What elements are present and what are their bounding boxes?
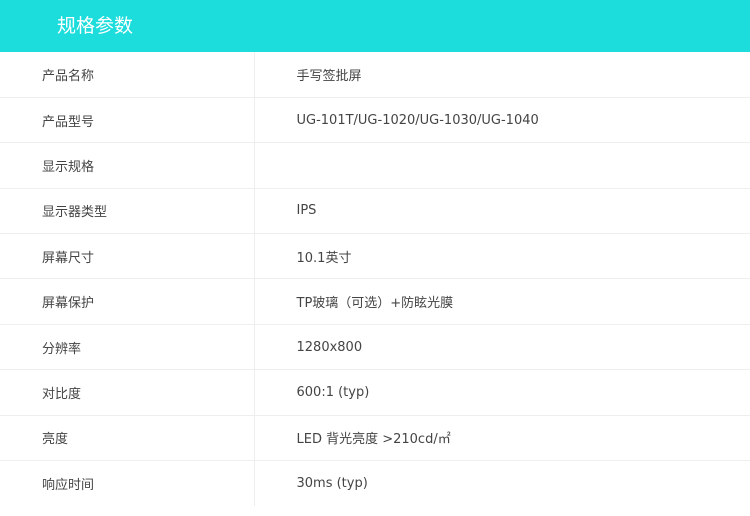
spec-value	[254, 142, 750, 189]
table-row: 分辨率 1280x800	[0, 324, 750, 371]
table-row: 对比度 600:1 (typ)	[0, 369, 750, 416]
spec-value: 1280x800	[254, 324, 750, 371]
spec-value: 10.1英寸	[254, 233, 750, 280]
spec-label: 产品名称	[0, 52, 255, 98]
spec-table: 产品名称 手写签批屏 产品型号 UG-101T/UG-1020/UG-1030/…	[0, 52, 750, 506]
spec-header-bar: 规格参数	[0, 0, 750, 52]
spec-value: UG-101T/UG-1020/UG-1030/UG-1040	[254, 97, 750, 144]
spec-label: 屏幕尺寸	[0, 233, 255, 280]
spec-value: IPS	[254, 188, 750, 235]
spec-label: 响应时间	[0, 460, 255, 506]
table-row: 显示器类型 IPS	[0, 188, 750, 235]
spec-label: 显示规格	[0, 142, 255, 189]
spec-label: 屏幕保护	[0, 278, 255, 325]
table-row: 屏幕保护 TP玻璃（可选）+防眩光膜	[0, 278, 750, 325]
table-row: 产品型号 UG-101T/UG-1020/UG-1030/UG-1040	[0, 97, 750, 144]
table-row: 显示规格	[0, 142, 750, 189]
spec-label: 显示器类型	[0, 188, 255, 235]
spec-value: 600:1 (typ)	[254, 369, 750, 416]
spec-value: TP玻璃（可选）+防眩光膜	[254, 278, 750, 325]
spec-value: 手写签批屏	[254, 52, 750, 98]
spec-value: 30ms (typ)	[296, 475, 368, 491]
spec-label: 分辨率	[0, 324, 255, 371]
table-row: 屏幕尺寸 10.1英寸	[0, 233, 750, 280]
spec-value: LED 背光亮度 >210cd/㎡	[254, 415, 750, 462]
table-row: 亮度 LED 背光亮度 >210cd/㎡	[0, 415, 750, 462]
spec-label: 亮度	[0, 415, 255, 462]
table-row: 响应时间 30ms (typ)	[0, 460, 750, 506]
page-title: 规格参数	[57, 15, 134, 37]
spec-label: 对比度	[0, 369, 255, 416]
spec-label: 产品型号	[0, 97, 255, 144]
table-row: 产品名称 手写签批屏	[0, 52, 750, 98]
